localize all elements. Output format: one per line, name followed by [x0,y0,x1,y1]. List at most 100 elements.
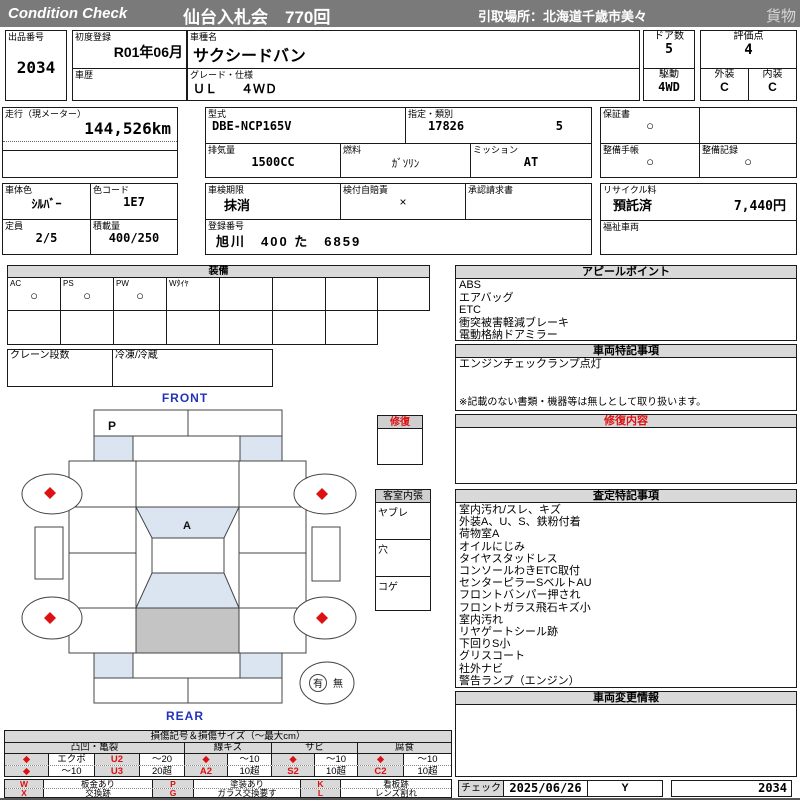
appeal-item: 電動格納ドアミラー [459,329,558,342]
color-capacity-box: 車体色 ｼﾙﾊﾞｰ 色コード 1E7 定員 2/5 積載量 400/250 [2,183,178,255]
vehicle-note-item: エンジンチェックランプ点灯 [459,358,602,370]
recycle-welfare-box: リサイクル料 預託済 7,440円 福祉車両 [600,183,797,255]
recycle-fee-status: 預託済 [613,198,653,213]
load-capacity-value: 400/250 [108,231,160,245]
assessment-item: 外装A、U、S、鉄粉付着 [459,516,581,529]
model-code-value: DBE-NCP165V [212,119,292,133]
cabin-row-hole: 穴 [376,540,430,577]
doors-value: 5 [665,42,673,57]
assessment-item: 室内汚れ [459,613,503,626]
legend-group-corrosion: 腐食 [358,743,451,753]
auction-title: 仙台入札会 770回 [183,8,331,27]
assessment-item: グリスコート [459,650,525,663]
doors-label: ドア数 [654,31,684,42]
rear-label: REAR [166,709,204,723]
score-value: 4 [744,42,753,58]
appeal-item: エアバッグ [459,291,514,304]
assessment-item: リヤゲートシール跡 [459,626,558,639]
app-header: Condition Check 仙台入札会 770回 引取場所：北海道千歳市美々… [0,0,800,27]
appeal-points-title: アピールポイント [456,266,796,279]
pickup-location: 引取場所：北海道千歳市美々 [478,9,648,24]
presence-yes-label: 有 [313,677,323,690]
registration-history-box: 初度登録 R01年06月 車歴 [72,30,187,101]
drive-value: 4WD [658,80,680,94]
check-label: チェック [459,781,504,796]
mission-label: ミッション [473,145,519,155]
model-grade-box: 車種名 サクシードバン グレード・仕様 ＵＬ ４ＷＤ [187,30,640,101]
equipment-ac-value: ○ [30,288,38,303]
capacity-value: 2/5 [35,231,58,245]
appeal-item: 衝突被害軽減ブレーキ [459,316,569,329]
class-number-label: 指定・類別 [408,109,454,119]
auction-condition-sheet: Condition Check 仙台入札会 770回 引取場所：北海道千歳市美々… [0,0,800,800]
assessment-item: フロントガラス飛石キズ小 [459,601,591,614]
change-info-title: 車両変更情報 [456,692,796,705]
equipment-row2 [7,310,378,345]
documents-box: 保証書 ○ 整備手帳 ○ 整備記録 ○ [600,107,797,178]
repair-mini-title: 修復 [378,416,422,429]
class-number-value2: 5 [555,119,563,133]
legend-group-scratch: 線キズ [185,743,272,753]
legend-code-g: G [153,789,194,797]
inspection-registration-box: 車検期限 抹消 検付自賠責 × 承認請求書 登録番号 旭川 400 た 6859 [205,183,592,255]
color-code-value: 1E7 [123,195,145,209]
left-side-panel [34,526,64,580]
assessment-item: 社外ナビ [459,662,503,675]
legend-code-c2: C2 [358,766,404,776]
brand-logo: Condition Check [8,5,128,22]
equipment-empty-cell [326,278,378,311]
exhibit-number-label: 出品番号 [8,32,45,42]
equipment-pw-value: ○ [136,288,144,303]
body-color-label: 車体色 [5,185,33,195]
paint-mark: P [108,419,116,433]
assessment-item: コンソールわきETC取付 [459,565,580,578]
registration-number-label: 登録番号 [208,221,245,231]
legend-scratch-size-1: ～10 [228,754,272,765]
crane-freezer-box: クレーン段数 冷凍/冷蔵 [7,349,273,387]
insurance-label: 検付自賠責 [343,185,389,195]
body-color-value: ｼﾙﾊﾞｰ [31,197,62,211]
repair-mini-box: 修復 [377,415,423,465]
legend-dent-size-2: 20超 [140,766,185,776]
doors-drive-box: ドア数 5 駆動 4WD [643,30,695,101]
legend-code-p: P [153,780,194,788]
vehicle-notes-title: 車両特記事項 [456,345,796,358]
exhibit-number-value: 2034 [16,58,56,77]
legend-code-s2: S2 [272,766,315,776]
cabin-interior-box: 客室内張 ヤブレ 穴 コゲ [375,489,431,611]
appeal-points-box: アピールポイント ABS エアバッグ ETC 衝突被害軽減ブレーキ 電動格納ドア… [455,265,797,341]
equipment-wtire-label: Wﾀｲﾔ [169,279,189,288]
front-left-corner-panel [93,435,134,462]
equipment-empty-cell [167,311,220,344]
welfare-vehicle-label: 福祉車両 [603,222,640,232]
equipment-box: 装備 AC ○ PS ○ PW ○ Wﾀｲﾔ [7,265,430,311]
legend-group-rust: サビ [272,743,358,753]
cabin-row-burn: コゲ [378,582,398,593]
displacement-value: 1500CC [251,155,295,169]
assessment-item: フロントバンパー押され [459,589,581,602]
vehicle-notes-footnote: ※記載のない書類・機器等は無しとして取り扱います。 [459,397,707,408]
fuel-label: 燃料 [343,145,362,155]
legend-code-p-label: 塗装あり [194,780,301,788]
exterior-grade-value: C [720,80,729,94]
legend-corrosion-size-2: 10超 [417,766,438,776]
exhibit-number-box: 出品番号 2034 [5,30,67,101]
legend-code-k-label: 看板跡 [383,780,409,788]
equipment-ps-value: ○ [83,288,91,303]
assessment-item: 警告ランプ（エンジン） [459,674,580,687]
equipment-empty-cell [8,311,61,344]
mileage-label: 走行（現メーター） [5,109,87,119]
equipment-empty-cell [220,311,273,344]
grade-value: ＵＬ ４ＷＤ [193,82,278,96]
cabin-interior-title: 客室内張 [376,490,430,503]
category-label: 貨物 [765,8,796,25]
diamond-icon: ◆ [5,754,49,765]
inspection-expiry-value: 抹消 [224,198,251,213]
rear-window-panel [135,572,240,609]
equipment-empty-cell [326,311,377,344]
interior-label: 内装 [762,69,783,80]
insurance-value: × [399,195,407,209]
rear-left-corner-panel [93,652,134,679]
diamond-icon: ◆ [358,754,404,765]
vehicle-notes-box: 車両特記事項 エンジンチェックランプ点灯 ※記載のない書類・機器等は無しとして取… [455,344,797,411]
